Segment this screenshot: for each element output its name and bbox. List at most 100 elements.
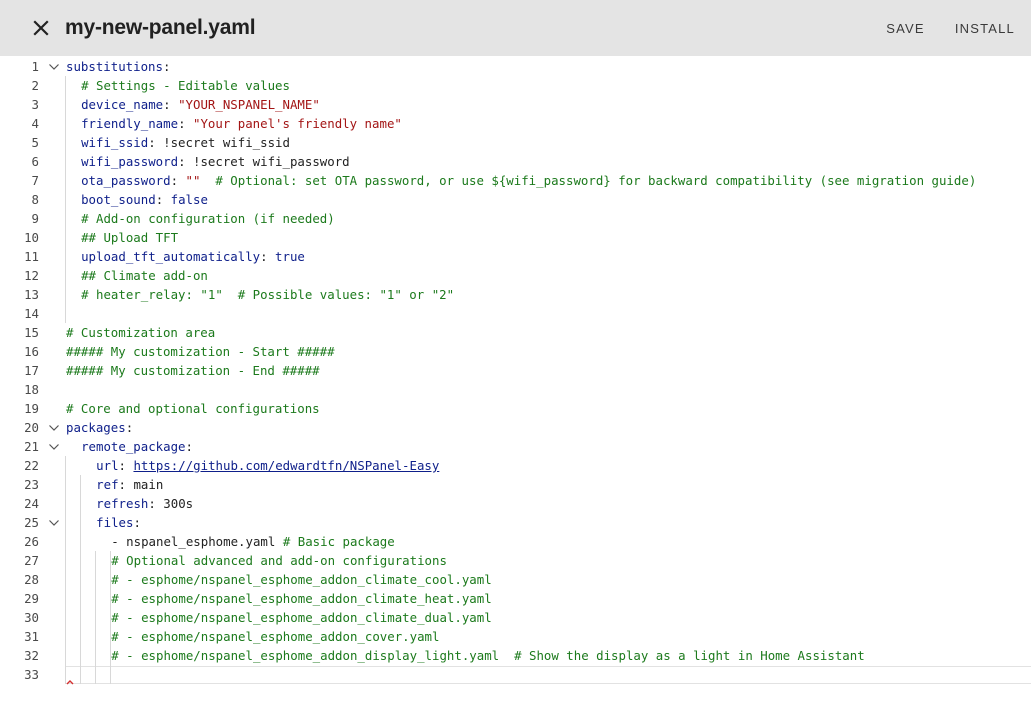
line-number: 13 bbox=[24, 287, 39, 302]
code-text: # Core and optional configurations bbox=[66, 399, 320, 418]
code-token: : bbox=[178, 154, 193, 169]
code-text: # - esphome/nspanel_esphome_addon_cover.… bbox=[111, 627, 439, 646]
code-text: substitutions: bbox=[66, 57, 170, 76]
code-line[interactable]: 20 packages: bbox=[0, 418, 1031, 437]
header-actions: SAVE INSTALL bbox=[856, 0, 1015, 56]
code-line[interactable]: 26 - nspanel_esphome.yaml # Basic package bbox=[0, 532, 1031, 551]
fold-chevron-icon[interactable] bbox=[48, 517, 60, 529]
code-text: - nspanel_esphome.yaml # Basic package bbox=[111, 532, 394, 551]
code-line[interactable]: 10 ## Upload TFT bbox=[0, 228, 1031, 247]
code-line[interactable]: 32 # - esphome/nspanel_esphome_addon_disp… bbox=[0, 646, 1031, 665]
code-line[interactable]: 29 # - esphome/nspanel_esphome_addon_clim… bbox=[0, 589, 1031, 608]
code-token: !secret wifi_ssid bbox=[163, 135, 290, 150]
code-token: : bbox=[162, 59, 171, 74]
line-number: 9 bbox=[31, 211, 39, 226]
code-line[interactable]: 3 device_name: "YOUR_NSPANEL_NAME" bbox=[0, 95, 1031, 114]
fold-chevron-icon[interactable] bbox=[48, 422, 60, 434]
line-number: 20 bbox=[24, 420, 39, 435]
code-line[interactable]: 18 bbox=[0, 380, 1031, 399]
code-token: packages bbox=[66, 420, 126, 435]
code-line[interactable]: 11 upload_tft_automatically: true bbox=[0, 247, 1031, 266]
code-editor[interactable]: 1 substitutions: 2 # Settings - Editable va… bbox=[0, 56, 1031, 706]
line-number: 31 bbox=[24, 629, 39, 644]
code-token: : bbox=[185, 439, 193, 454]
close-icon bbox=[33, 20, 49, 36]
code-text: # - esphome/nspanel_esphome_addon_displa… bbox=[111, 646, 864, 665]
code-token: : bbox=[133, 515, 141, 530]
line-number: 15 bbox=[24, 325, 39, 340]
code-token: # Optional advanced and add-on configura… bbox=[111, 553, 447, 568]
code-line[interactable]: 17 ##### My customization - End ##### bbox=[0, 361, 1031, 380]
code-line[interactable]: 24 refresh: 300s bbox=[0, 494, 1031, 513]
code-line[interactable]: 8 boot_sound: false bbox=[0, 190, 1031, 209]
install-button[interactable]: INSTALL bbox=[955, 21, 1015, 36]
code-line[interactable]: 4 friendly_name: "Your panel's friendly n… bbox=[0, 114, 1031, 133]
code-token: # Basic package bbox=[282, 534, 395, 549]
code-token: # - esphome/nspanel_esphome_addon_displa… bbox=[111, 648, 865, 663]
code-token: ##### My customization - Start ##### bbox=[66, 344, 335, 359]
code-line[interactable]: 31 # - esphome/nspanel_esphome_addon_cove… bbox=[0, 627, 1031, 646]
code-line[interactable]: 2 # Settings - Editable values bbox=[0, 76, 1031, 95]
code-line[interactable]: 1 substitutions: bbox=[0, 57, 1031, 76]
fold-chevron-icon[interactable] bbox=[48, 441, 60, 453]
line-number: 24 bbox=[24, 496, 39, 511]
code-line[interactable]: 23 ref: main bbox=[0, 475, 1031, 494]
line-number: 19 bbox=[24, 401, 39, 416]
code-line[interactable]: 16 ##### My customization - Start ##### bbox=[0, 342, 1031, 361]
code-line[interactable]: 6 wifi_password: !secret wifi_password bbox=[0, 152, 1031, 171]
code-token[interactable]: https://github.com/edwardtfn/NSPanel-Eas… bbox=[133, 458, 439, 473]
indent-guide bbox=[110, 551, 111, 684]
indent-guide bbox=[65, 456, 66, 684]
code-text: ref: main bbox=[96, 475, 163, 494]
code-text: ##### My customization - Start ##### bbox=[66, 342, 335, 361]
line-number: 30 bbox=[24, 610, 39, 625]
code-line[interactable]: 5 wifi_ssid: !secret wifi_ssid bbox=[0, 133, 1031, 152]
code-line[interactable]: 33 bbox=[0, 665, 1031, 684]
code-line[interactable]: 27 # Optional advanced and add-on configu… bbox=[0, 551, 1031, 570]
code-line[interactable]: 30 # - esphome/nspanel_esphome_addon_clim… bbox=[0, 608, 1031, 627]
code-token: : bbox=[163, 97, 179, 112]
code-line[interactable]: 9 # Add-on configuration (if needed) bbox=[0, 209, 1031, 228]
code-token: : bbox=[118, 477, 134, 492]
code-token: false bbox=[170, 192, 208, 207]
line-number: 1 bbox=[31, 59, 39, 74]
code-line[interactable]: 7 ota_password: "" # Optional: set OTA pa… bbox=[0, 171, 1031, 190]
code-text: boot_sound: false bbox=[81, 190, 208, 209]
save-button[interactable]: SAVE bbox=[886, 21, 925, 36]
code-line[interactable]: 12 ## Climate add-on bbox=[0, 266, 1031, 285]
code-token: # Settings - Editable values bbox=[81, 78, 290, 93]
code-text: # - esphome/nspanel_esphome_addon_climat… bbox=[111, 589, 491, 608]
code-token: !secret wifi_password bbox=[192, 154, 350, 169]
code-text: # - esphome/nspanel_esphome_addon_climat… bbox=[111, 608, 491, 627]
code-token: # - esphome/nspanel_esphome_addon_climat… bbox=[111, 572, 492, 587]
code-token: true bbox=[275, 249, 305, 264]
code-line[interactable]: 28 # - esphome/nspanel_esphome_addon_clim… bbox=[0, 570, 1031, 589]
code-line[interactable]: 25 files: bbox=[0, 513, 1031, 532]
line-number: 10 bbox=[24, 230, 39, 245]
fold-chevron-icon[interactable] bbox=[48, 61, 60, 73]
code-line[interactable]: 15 # Customization area bbox=[0, 323, 1031, 342]
code-line[interactable]: 21 remote_package: bbox=[0, 437, 1031, 456]
code-text: ##### My customization - End ##### bbox=[66, 361, 320, 380]
code-text: # Settings - Editable values bbox=[81, 76, 290, 95]
line-number: 32 bbox=[24, 648, 39, 663]
code-token: # Add-on configuration (if needed) bbox=[81, 211, 335, 226]
code-line[interactable]: 22 url: https://github.com/edwardtfn/NSPa… bbox=[0, 456, 1031, 475]
code-line[interactable]: 13 # heater_relay: "1" # Possible values:… bbox=[0, 285, 1031, 304]
line-number: 4 bbox=[31, 116, 39, 131]
line-number: 14 bbox=[24, 306, 39, 321]
code-token: ota_password bbox=[81, 173, 171, 188]
code-token: # - esphome/nspanel_esphome_addon_climat… bbox=[111, 591, 492, 606]
close-button[interactable] bbox=[29, 16, 53, 40]
code-token: : bbox=[170, 173, 186, 188]
code-line[interactable]: 19 # Core and optional configurations bbox=[0, 399, 1031, 418]
code-line[interactable]: 14 bbox=[0, 304, 1031, 323]
line-number: 2 bbox=[31, 78, 39, 93]
line-number: 5 bbox=[31, 135, 39, 150]
code-text: upload_tft_automatically: true bbox=[81, 247, 305, 266]
line-number: 26 bbox=[24, 534, 39, 549]
indent-guide bbox=[80, 475, 81, 684]
code-text: # heater_relay: "1" # Possible values: "… bbox=[81, 285, 454, 304]
code-text: ota_password: "" # Optional: set OTA pas… bbox=[81, 171, 976, 190]
code-text: # Customization area bbox=[66, 323, 215, 342]
